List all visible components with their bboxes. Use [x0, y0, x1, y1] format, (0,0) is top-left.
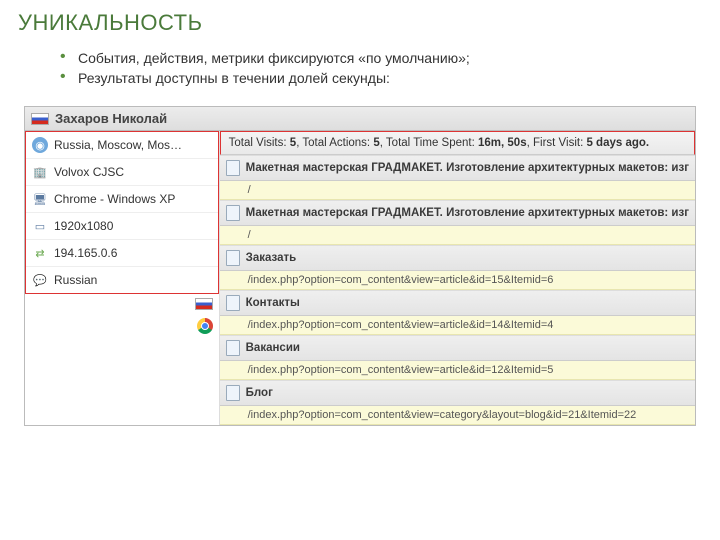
- page-entry[interactable]: Макетная мастерская ГРАДМАКЕТ. Изготовле…: [220, 155, 695, 200]
- page-icon: [226, 160, 240, 176]
- stats-value: 5 days ago.: [586, 137, 649, 149]
- page-url[interactable]: /: [220, 181, 695, 200]
- os-icon-row: [25, 338, 219, 362]
- page-icon: [226, 385, 240, 401]
- ip-icon: ⇄: [32, 245, 48, 261]
- info-ip: ⇄ 194.165.0.6: [26, 240, 218, 267]
- language-text: Russian: [54, 273, 97, 287]
- stats-label: , Total Time Spent:: [380, 137, 475, 149]
- monitor-icon: 🖥: [32, 191, 48, 207]
- page-title: Заказать: [246, 252, 297, 264]
- page-title-row[interactable]: Макетная мастерская ГРАДМАКЕТ. Изготовле…: [220, 155, 695, 181]
- page-icon: [226, 340, 240, 356]
- page-title: Блог: [246, 387, 273, 399]
- chrome-icon: [197, 318, 213, 334]
- page-icon: [226, 205, 240, 221]
- info-language: 💬 Russian: [26, 267, 218, 293]
- analytics-panel: Захаров Николай ◉ Russia, Moscow, Mos… 🏢…: [24, 106, 696, 426]
- bullet-item: Результаты доступны в течении долей секу…: [60, 68, 660, 88]
- ip-text: 194.165.0.6: [54, 246, 117, 260]
- page-url[interactable]: /index.php?option=com_content&view=artic…: [220, 316, 695, 335]
- visit-activity: Total Visits: 5, Total Actions: 5, Total…: [220, 131, 695, 425]
- page-icon: [226, 295, 240, 311]
- stats-label: , Total Actions:: [296, 137, 370, 149]
- page-url[interactable]: /: [220, 226, 695, 245]
- page-entry[interactable]: Макетная мастерская ГРАДМАКЕТ. Изготовле…: [220, 200, 695, 245]
- stats-value: 16m, 50s: [478, 137, 527, 149]
- org-text: Volvox CJSC: [54, 165, 124, 179]
- page-title-row[interactable]: Заказать: [220, 245, 695, 271]
- stats-label: , First Visit:: [527, 137, 584, 149]
- page-entry[interactable]: Заказать/index.php?option=com_content&vi…: [220, 245, 695, 290]
- info-resolution: ▭ 1920x1080: [26, 213, 218, 240]
- stats-label: Total Visits:: [229, 137, 287, 149]
- bullet-list: События, действия, метрики фиксируются «…: [0, 44, 720, 100]
- page-title-row[interactable]: Контакты: [220, 290, 695, 316]
- page-entry[interactable]: Контакты/index.php?option=com_content&vi…: [220, 290, 695, 335]
- page-title: Макетная мастерская ГРАДМАКЕТ. Изготовле…: [246, 207, 689, 219]
- page-title-row[interactable]: Блог: [220, 380, 695, 406]
- page-url[interactable]: /index.php?option=com_content&view=artic…: [220, 271, 695, 290]
- page-url[interactable]: /index.php?option=com_content&view=categ…: [220, 406, 695, 425]
- globe-icon: ◉: [32, 137, 48, 153]
- info-org: 🏢 Volvox CJSC: [26, 159, 218, 186]
- page-icon: [226, 250, 240, 266]
- browser-icon-row: [25, 314, 219, 338]
- visitor-details: ◉ Russia, Moscow, Mos… 🏢 Volvox CJSC 🖥 C…: [25, 131, 220, 425]
- page-entry[interactable]: Вакансии/index.php?option=com_content&vi…: [220, 335, 695, 380]
- page-title-row[interactable]: Вакансии: [220, 335, 695, 361]
- page-title: Макетная мастерская ГРАДМАКЕТ. Изготовле…: [246, 162, 689, 174]
- info-location: ◉ Russia, Moscow, Mos…: [26, 132, 218, 159]
- location-text: Russia, Moscow, Mos…: [54, 138, 182, 152]
- browser-os-text: Chrome - Windows XP: [54, 192, 175, 206]
- page-title-row[interactable]: Макетная мастерская ГРАДМАКЕТ. Изготовле…: [220, 200, 695, 226]
- resolution-icon: ▭: [32, 218, 48, 234]
- bullet-item: События, действия, метрики фиксируются «…: [60, 48, 660, 68]
- flag-russia-icon: [195, 298, 213, 310]
- page-title: Контакты: [246, 297, 300, 309]
- flag-russia-icon: [31, 113, 49, 125]
- language-icon: 💬: [32, 272, 48, 288]
- slide-title: УНИКАЛЬНОСТЬ: [0, 0, 720, 44]
- info-browser-os: 🖥 Chrome - Windows XP: [26, 186, 218, 213]
- page-title: Вакансии: [246, 342, 300, 354]
- flag-row: [25, 294, 219, 314]
- page-entry[interactable]: Блог/index.php?option=com_content&view=c…: [220, 380, 695, 425]
- resolution-text: 1920x1080: [54, 219, 113, 233]
- org-icon: 🏢: [32, 164, 48, 180]
- visitor-name: Захаров Николай: [55, 111, 167, 126]
- windows-icon: [197, 342, 213, 358]
- stats-summary: Total Visits: 5, Total Actions: 5, Total…: [220, 131, 695, 155]
- visitor-header: Захаров Николай: [25, 107, 695, 131]
- page-url[interactable]: /index.php?option=com_content&view=artic…: [220, 361, 695, 380]
